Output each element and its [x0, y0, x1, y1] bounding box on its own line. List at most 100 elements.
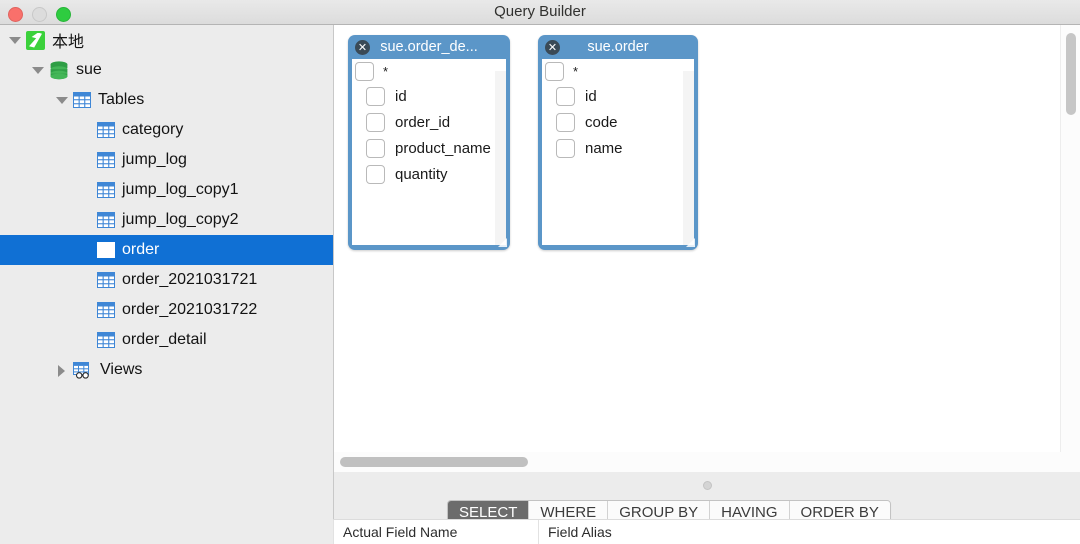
sidebar-item-views[interactable]: Views	[0, 355, 333, 385]
sidebar-item-label: order_detail	[122, 331, 207, 348]
sidebar-item-icon-wrap	[97, 332, 115, 348]
chevron-right-icon[interactable]	[54, 362, 70, 378]
field-label: code	[585, 113, 618, 131]
field-label: name	[585, 139, 623, 157]
sidebar-item-label: order_2021031721	[122, 271, 258, 288]
field-checkbox[interactable]	[366, 164, 385, 184]
query-builder-main: ✕ sue.order_de... * id order_id product_name q…	[333, 25, 1080, 544]
field-checkbox[interactable]	[366, 138, 385, 158]
sidebar-item-icon-wrap	[97, 272, 115, 288]
field-checkbox[interactable]	[355, 61, 374, 81]
field-label: *	[383, 63, 389, 79]
table-icon	[97, 302, 115, 318]
field-row[interactable]: code	[542, 109, 694, 135]
sidebar-item-label: 本地	[52, 34, 85, 51]
sidebar-item-icon-wrap	[97, 122, 115, 138]
field-row[interactable]: id	[352, 83, 506, 109]
field-checkbox[interactable]	[366, 112, 385, 132]
field-checkbox[interactable]	[545, 61, 564, 81]
field-row-all[interactable]: *	[542, 59, 694, 83]
sidebar-item-icon-wrap	[97, 182, 115, 198]
field-label: id	[395, 87, 407, 105]
query-table-box[interactable]: ✕ sue.order * id code name	[538, 35, 698, 250]
canvas-vertical-scrollbar[interactable]	[1060, 25, 1080, 452]
query-table-field-list[interactable]: * id order_id product_name quantity	[352, 59, 506, 245]
field-row[interactable]: order_id	[352, 109, 506, 135]
titlebar: Query Builder	[0, 0, 1080, 25]
sidebar-item-label: jump_log_copy2	[122, 211, 239, 228]
table-icon	[97, 182, 115, 198]
canvas-vertical-scrollbar-thumb[interactable]	[1066, 33, 1076, 115]
chevron-down-icon[interactable]	[30, 62, 46, 78]
sidebar-item-label: sue	[76, 61, 102, 78]
query-table-title: sue.order	[587, 39, 649, 55]
table-icon	[97, 332, 115, 348]
resize-grip-icon[interactable]	[498, 238, 507, 247]
field-label: id	[585, 87, 597, 105]
field-row-all[interactable]: *	[352, 59, 506, 83]
field-grid-header: Actual Field Name Field Alias	[333, 519, 1080, 544]
views-icon	[73, 361, 93, 379]
field-checkbox[interactable]	[366, 86, 385, 106]
query-builder-window: Query Builder 本地 sue Tables category jump_lo…	[0, 0, 1080, 544]
sidebar-item-label: Tables	[98, 91, 145, 108]
sidebar-item-label: order	[122, 241, 160, 258]
field-row[interactable]: id	[542, 83, 694, 109]
field-label: *	[573, 63, 579, 79]
sidebar-item-jump_log_copy2[interactable]: jump_log_copy2	[0, 205, 333, 235]
sidebar-item-order_2021031721[interactable]: order_2021031721	[0, 265, 333, 295]
sidebar-item-category[interactable]: category	[0, 115, 333, 145]
diagram-canvas[interactable]: ✕ sue.order_de... * id order_id product_name q…	[333, 25, 1080, 452]
sidebar-item-icon-wrap	[97, 152, 115, 168]
field-row[interactable]: name	[542, 135, 694, 161]
canvas-horizontal-scrollbar-thumb[interactable]	[340, 457, 528, 467]
field-grid-column-header[interactable]: Actual Field Name	[333, 520, 538, 544]
field-checkbox[interactable]	[556, 112, 575, 132]
sidebar-item-tables[interactable]: Tables	[0, 85, 333, 115]
sidebar-item-label: Views	[100, 361, 143, 378]
table-icon	[97, 152, 115, 168]
diagram-canvas-inner[interactable]: ✕ sue.order_de... * id order_id product_name q…	[334, 25, 1060, 452]
field-checkbox[interactable]	[556, 86, 575, 106]
query-table-title: sue.order_de...	[380, 39, 478, 55]
field-grid-column-header[interactable]: Field Alias	[538, 520, 1055, 544]
field-grid: Actual Field Name Field Alias	[0, 519, 1080, 544]
table-icon	[73, 92, 91, 108]
field-checkbox[interactable]	[556, 138, 575, 158]
leaf-icon	[26, 30, 45, 50]
sidebar-item-icon-wrap	[97, 242, 115, 258]
sidebar-item-jump_log[interactable]: jump_log	[0, 145, 333, 175]
field-grid-left-filler	[0, 519, 333, 544]
sidebar-item-order[interactable]: order	[0, 235, 333, 265]
sidebar-item-order_2021031722[interactable]: order_2021031722	[0, 295, 333, 325]
sidebar-item-order_detail[interactable]: order_detail	[0, 325, 333, 355]
sidebar-item-label: category	[122, 121, 184, 138]
sidebar-item-label: order_2021031722	[122, 301, 258, 318]
resize-grip-icon[interactable]	[686, 238, 695, 247]
query-table-field-list[interactable]: * id code name	[542, 59, 694, 245]
sidebar-item-sue[interactable]: sue	[0, 55, 333, 85]
sidebar-item--[interactable]: 本地	[0, 25, 333, 55]
query-table-box[interactable]: ✕ sue.order_de... * id order_id product_name q…	[348, 35, 510, 250]
chevron-down-icon[interactable]	[54, 92, 70, 108]
field-row[interactable]: product_name	[352, 135, 506, 161]
sidebar-item-icon-wrap	[49, 60, 69, 80]
canvas-horizontal-scrollbar[interactable]	[333, 452, 1080, 472]
table-icon	[97, 122, 115, 138]
table-icon	[97, 242, 115, 258]
window-title: Query Builder	[494, 3, 586, 20]
sidebar-item-icon-wrap	[26, 30, 45, 50]
object-tree-panel[interactable]: 本地 sue Tables category jump_log jump_log_copy…	[0, 25, 333, 544]
sidebar-item-icon-wrap	[97, 302, 115, 318]
sidebar-item-icon-wrap	[97, 212, 115, 228]
field-row[interactable]: quantity	[352, 161, 506, 187]
splitter-grip-icon[interactable]	[703, 481, 712, 490]
sidebar-item-jump_log_copy1[interactable]: jump_log_copy1	[0, 175, 333, 205]
sidebar-item-label: jump_log	[122, 151, 187, 168]
sidebar-item-icon-wrap	[73, 92, 91, 108]
chevron-down-icon[interactable]	[7, 32, 23, 48]
field-label: product_name	[395, 139, 491, 157]
